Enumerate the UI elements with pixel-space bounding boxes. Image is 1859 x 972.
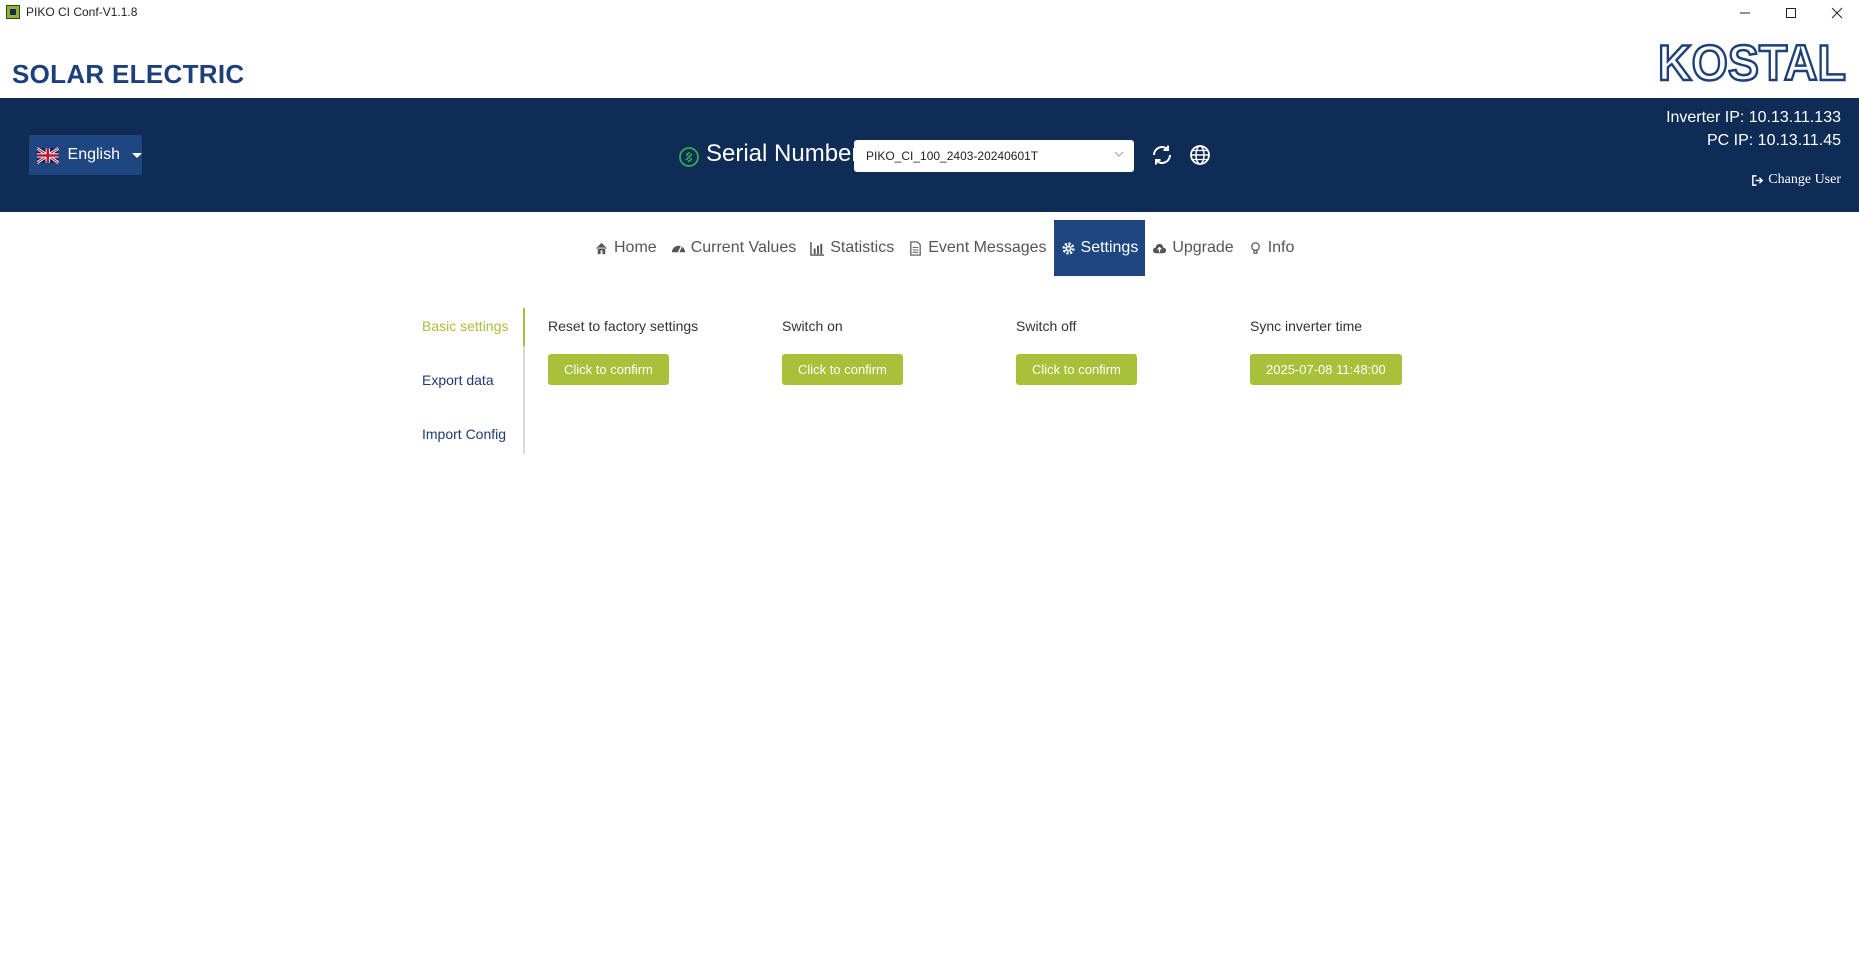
lightbulb-icon — [1250, 241, 1260, 254]
reset-factory-button[interactable]: Click to confirm — [548, 354, 669, 385]
sidebar-item-export-data[interactable]: Export data — [422, 372, 494, 388]
kostal-logo: KOSTAL — [1658, 38, 1847, 88]
nav-settings-label: Settings — [1080, 239, 1139, 256]
home-icon — [595, 242, 608, 254]
change-user-link[interactable]: Change User — [1751, 172, 1841, 188]
serial-number-value: PIKO_CI_100_2403-20240601T — [866, 149, 1039, 163]
sidebar-item-import-config[interactable]: Import Config — [422, 426, 506, 442]
cloud-upload-icon — [1153, 243, 1167, 253]
inverter-ip: Inverter IP: 10.13.11.133 — [1666, 109, 1841, 126]
reset-factory-section: Reset to factory settings Click to confi… — [548, 318, 698, 385]
switch-on-label: Switch on — [782, 318, 843, 334]
connection-status-icon — [679, 147, 699, 167]
nav-home[interactable]: Home — [587, 220, 664, 276]
sync-time-button[interactable]: 2025-07-08 11:48:00 — [1250, 354, 1402, 385]
switch-off-section: Switch off Click to confirm — [1016, 318, 1137, 385]
nav-info[interactable]: Info — [1241, 220, 1302, 276]
maximize-button[interactable] — [1768, 0, 1814, 26]
nav-info-label: Info — [1267, 239, 1295, 256]
nav-current-values-label: Current Values — [690, 239, 797, 256]
sync-time-section: Sync inverter time 2025-07-08 11:48:00 — [1250, 318, 1402, 385]
nav-upgrade[interactable]: Upgrade — [1145, 220, 1240, 276]
sidebar-item-basic-settings[interactable]: Basic settings — [422, 318, 508, 334]
dashboard-icon — [671, 245, 685, 253]
active-indicator — [523, 308, 525, 346]
close-button[interactable] — [1814, 0, 1859, 26]
nav-current-values[interactable]: Current Values — [664, 220, 804, 276]
change-user-label: Change User — [1768, 172, 1841, 187]
reset-factory-label: Reset to factory settings — [548, 318, 699, 334]
switch-off-button[interactable]: Click to confirm — [1016, 354, 1137, 385]
gear-icon — [1061, 241, 1075, 255]
pc-ip: PC IP: 10.13.11.45 — [1706, 132, 1841, 149]
language-label: English — [67, 146, 120, 163]
sign-out-icon — [1752, 174, 1764, 186]
chevron-down-icon — [1114, 151, 1124, 157]
nav-statistics[interactable]: Statistics — [803, 220, 901, 276]
brand-title: SOLAR ELECTRIC — [12, 59, 245, 89]
serial-number-label: Serial Number: — [706, 140, 867, 167]
minimize-button[interactable] — [1722, 0, 1768, 26]
window-titlebar: PIKO CI Conf-V1.1.8 — [0, 0, 1859, 26]
sync-time-label: Sync inverter time — [1250, 318, 1363, 334]
minimize-icon — [1740, 12, 1750, 14]
nav-event-messages[interactable]: Event Messages — [901, 220, 1053, 276]
globe-icon[interactable] — [1188, 143, 1212, 167]
nav-upgrade-label: Upgrade — [1172, 239, 1234, 256]
serial-number-select[interactable]: PIKO_CI_100_2403-20240601T — [854, 140, 1134, 172]
caret-down-icon — [132, 152, 142, 158]
nav-home-label: Home — [614, 239, 657, 256]
refresh-icon[interactable] — [1150, 143, 1174, 167]
window-title: PIKO CI Conf-V1.1.8 — [26, 5, 138, 19]
maximize-icon — [1786, 8, 1796, 18]
uk-flag-icon — [37, 146, 59, 164]
document-icon — [910, 240, 922, 256]
nav-settings[interactable]: Settings — [1053, 220, 1146, 276]
main-nav: Home Current Values Statistics Event Mes… — [587, 220, 1301, 276]
switch-on-button[interactable]: Click to confirm — [782, 354, 903, 385]
app-icon — [6, 5, 20, 19]
switch-on-section: Switch on Click to confirm — [782, 318, 903, 385]
switch-off-label: Switch off — [1016, 318, 1077, 334]
nav-event-messages-label: Event Messages — [928, 239, 1047, 256]
language-dropdown[interactable]: English — [29, 135, 142, 175]
svg-text:KOSTAL: KOSTAL — [1658, 38, 1846, 88]
bar-chart-icon — [810, 241, 825, 256]
close-icon — [1831, 7, 1843, 19]
nav-statistics-label: Statistics — [830, 239, 895, 256]
settings-sidebar: Basic settings Export data Import Config — [421, 308, 525, 454]
